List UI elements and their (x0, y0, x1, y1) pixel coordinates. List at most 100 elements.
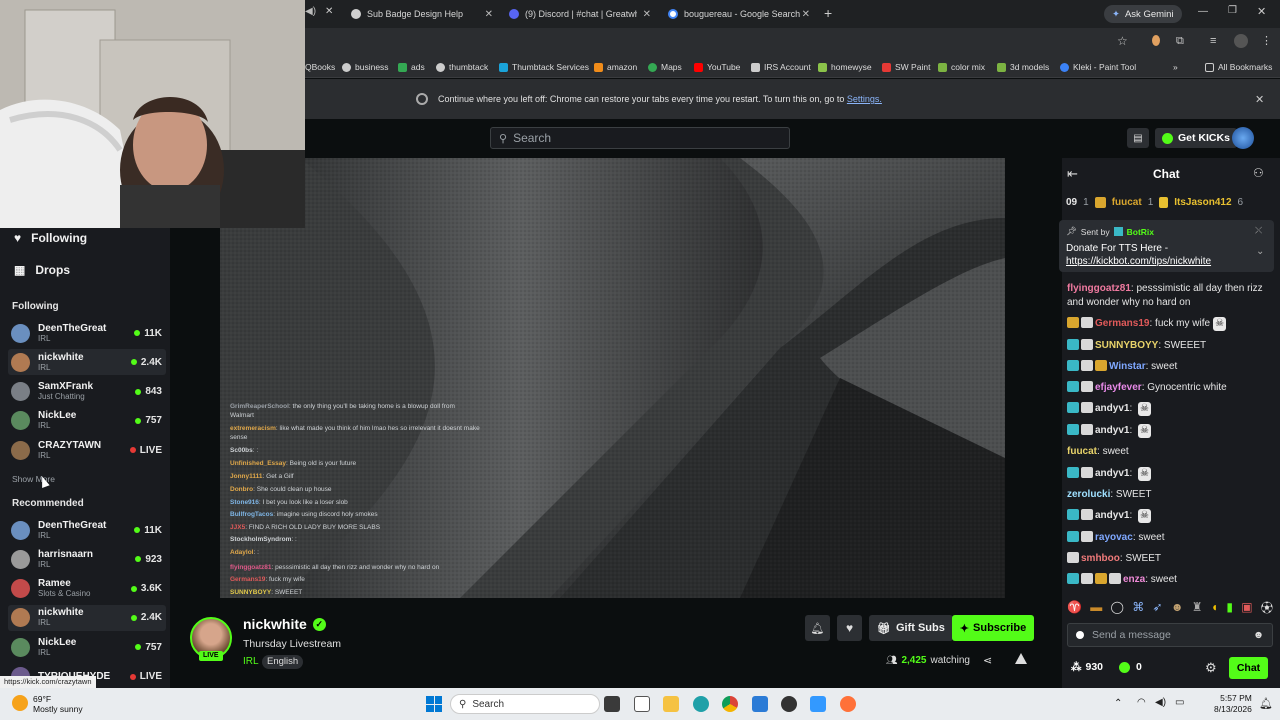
pinned-bot-name[interactable]: BotRix (1127, 227, 1154, 237)
chat-message[interactable]: andyv1: ☠ (1067, 467, 1273, 481)
bookmark-item[interactable]: amazon (594, 60, 637, 74)
sidebar-channel-nickwhite[interactable]: nickwhite IRL 2.4K (8, 604, 166, 631)
weather-widget[interactable]: 69°F Mostly sunny (33, 694, 83, 714)
chat-username[interactable]: rayovac (1095, 532, 1133, 543)
kicks-balance[interactable]: 0 (1119, 661, 1142, 673)
tab-close-icon[interactable]: ✕ (325, 6, 333, 17)
emote-icon[interactable]: ◯ (1111, 600, 1124, 614)
sidebar-channel-deenthegreat[interactable]: DeenTheGreat IRL 11K (8, 320, 166, 346)
chat-message[interactable]: flyinggoatz81: pesssimistic all day then… (1067, 282, 1273, 310)
all-bookmarks-button[interactable]: All Bookmarks (1205, 60, 1272, 74)
channel-points[interactable]: ⁂ 930 (1071, 661, 1103, 673)
bookmark-item[interactable]: SW Paint (882, 60, 930, 74)
tab-google[interactable]: bouguereau - Google Search ✕ (660, 4, 816, 24)
chat-username[interactable]: zerolucki (1067, 489, 1110, 500)
menu-kebab-icon[interactable]: ⋮ (1261, 34, 1272, 47)
new-tab-button[interactable]: + (824, 5, 832, 21)
nav-following[interactable]: ♥ Following (14, 231, 87, 245)
bookmark-item[interactable]: color mix (938, 60, 985, 74)
chat-username[interactable]: andyv1 (1095, 403, 1129, 414)
photos-icon[interactable] (810, 696, 826, 712)
get-kicks-button[interactable]: Get KICKs (1155, 128, 1237, 148)
gifter-name[interactable]: fuucat (1112, 197, 1142, 208)
close-icon[interactable]: ✕ (643, 9, 651, 20)
bookmark-item[interactable]: YouTube (694, 60, 740, 74)
close-infobar-icon[interactable]: ✕ (1255, 93, 1264, 106)
chat-message[interactable]: andyv1: ☠ (1067, 509, 1273, 523)
bookmark-item[interactable]: business (342, 60, 389, 74)
emote-icon[interactable]: ♜ (1192, 600, 1203, 614)
bookmark-item[interactable]: thumbtack (436, 60, 488, 74)
weather-sun-icon[interactable] (12, 695, 28, 711)
bookmarks-overflow-button[interactable]: » (1173, 60, 1178, 74)
volume-icon[interactable]: ◀) (1155, 697, 1166, 708)
sidebar-channel-crazytawn[interactable]: CRAZYTAWN IRL LIVE (8, 437, 166, 463)
emote-icon[interactable]: ◖ (1211, 600, 1218, 614)
chat-username[interactable]: SUNNYBOYY (1095, 340, 1158, 351)
chat-username[interactable]: efjayfever (1095, 382, 1142, 393)
emote-icon[interactable]: ▣ (1241, 600, 1252, 614)
chat-message[interactable]: smhboo: SWEET (1067, 552, 1273, 566)
firefox-icon[interactable] (840, 696, 856, 712)
report-flag-icon[interactable] (1015, 653, 1027, 664)
settings-link[interactable]: Settings. (847, 94, 882, 104)
task-view-icon[interactable] (604, 696, 620, 712)
chat-username[interactable]: andyv1 (1095, 510, 1129, 521)
chat-username[interactable]: andyv1 (1095, 468, 1129, 479)
sidebar-channel-deenthegreat[interactable]: DeenTheGreat IRL 11K (8, 517, 166, 543)
emote-icon[interactable]: ⌘ (1132, 600, 1144, 614)
bookmark-item[interactable]: Maps (648, 60, 682, 74)
tray-chevron-icon[interactable]: ⌃ (1114, 698, 1122, 709)
video-player[interactable] (220, 158, 1005, 598)
chat-username[interactable]: enza (1123, 574, 1145, 585)
chat-message[interactable]: rayovac: sweet (1067, 531, 1273, 545)
nav-drops[interactable]: ▦ Drops (14, 263, 70, 277)
battery-icon[interactable]: ▭ (1175, 697, 1184, 708)
unpin-icon[interactable]: ⤬ (1255, 225, 1262, 236)
pinned-link[interactable]: https://kickbot.com/tips/nickwhite (1066, 256, 1211, 267)
edge-icon[interactable] (693, 696, 709, 712)
chat-message[interactable]: andyv1: ☠ (1067, 402, 1273, 416)
profile-avatar[interactable] (1234, 34, 1248, 48)
calculator-icon[interactable] (752, 696, 768, 712)
streamer-name[interactable]: nickwhite (243, 616, 307, 632)
tab-audio-icon[interactable]: ◀) (305, 6, 316, 17)
user-avatar[interactable] (1232, 127, 1254, 149)
bookmark-item[interactable]: homewyse (818, 60, 872, 74)
close-window-icon[interactable]: ✕ (1257, 5, 1266, 18)
bookmark-item[interactable]: ads (398, 60, 425, 74)
gift-subs-button[interactable]: 🎁︎ Gift Subs (869, 615, 953, 641)
chat-username[interactable]: Germans19 (1095, 318, 1149, 329)
sidebar-channel-nicklee[interactable]: NickLee IRL 757 (8, 408, 166, 434)
send-chat-button[interactable]: Chat (1229, 657, 1268, 679)
chat-message[interactable]: Winstar: sweet (1067, 360, 1273, 374)
obs-icon[interactable] (781, 696, 797, 712)
sidebar-channel-nickwhite[interactable]: nickwhite IRL 2.4K (8, 349, 166, 376)
search-input[interactable]: ⚲ Search (490, 127, 790, 149)
chat-username[interactable]: fuucat (1067, 446, 1097, 457)
bookmark-item[interactable]: Thumbtack Services (499, 60, 589, 74)
gifter-name[interactable]: ItsJason412 (1174, 197, 1231, 208)
share-icon[interactable]: ⋖ (983, 654, 992, 667)
layout-toggle-icon[interactable]: ▤ (1127, 128, 1149, 148)
sidebar-channel-nicklee[interactable]: NickLee IRL 757 (8, 634, 166, 660)
restore-window-icon[interactable]: ❐ (1228, 5, 1237, 16)
bookmark-star-icon[interactable]: ☆ (1117, 34, 1128, 48)
bookmark-item[interactable]: QBooks (305, 60, 335, 74)
extension-icon[interactable] (1152, 35, 1160, 46)
chat-message[interactable]: efjayfever: Gynocentric white (1067, 381, 1273, 395)
emote-icon[interactable]: ▬ (1090, 600, 1102, 614)
sidebar-channel-ramee[interactable]: Ramee Slots & Casino 3.6K (8, 576, 166, 602)
chevron-down-icon[interactable]: ⌄ (1256, 246, 1264, 257)
emote-icon[interactable]: ☻ (1171, 600, 1184, 614)
category-link[interactable]: IRL (243, 656, 259, 667)
follow-heart-button[interactable]: ♥ (837, 615, 862, 641)
chat-username[interactable]: Winstar (1109, 361, 1146, 372)
chat-settings-gear-icon[interactable]: ⚙ (1205, 660, 1217, 676)
media-controls-icon[interactable]: ≡ (1210, 35, 1216, 47)
clock[interactable]: 5:57 PM 8/13/2026 (1214, 693, 1252, 715)
tab-discord[interactable]: (9) Discord | #chat | Greatwhite ✕ (501, 4, 657, 24)
chat-message[interactable]: SUNNYBOYY: SWEEET (1067, 339, 1273, 353)
close-icon[interactable]: ✕ (485, 9, 493, 20)
bookmark-item[interactable]: Kleki - Paint Tool (1060, 60, 1136, 74)
